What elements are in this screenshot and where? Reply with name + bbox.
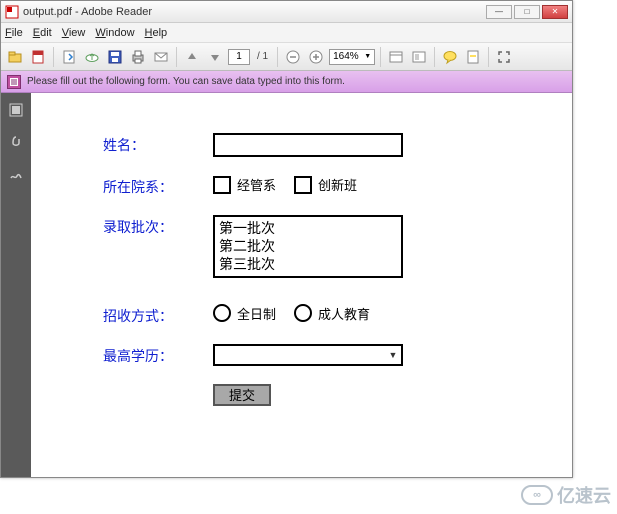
- separator: [176, 47, 177, 67]
- print-icon[interactable]: [128, 47, 148, 67]
- fullscreen-icon[interactable]: [494, 47, 514, 67]
- toolbar: 1 / 1 164%▼: [1, 43, 572, 71]
- zoom-value: 164%: [333, 51, 359, 62]
- highlight-icon[interactable]: [463, 47, 483, 67]
- mode-label: 招收方式：: [103, 304, 213, 326]
- menu-edit[interactable]: Edit: [33, 27, 52, 39]
- maximize-button[interactable]: □: [514, 5, 540, 19]
- dept-opt1-label: 经管系: [237, 175, 276, 194]
- separator: [277, 47, 278, 67]
- page-viewport[interactable]: 姓名： 所在院系： 经管系 创新班 录取批次：: [31, 93, 572, 477]
- zoom-in-icon[interactable]: [306, 47, 326, 67]
- save-icon[interactable]: [105, 47, 125, 67]
- pdf-icon: [5, 5, 19, 19]
- page-total: / 1: [257, 51, 268, 62]
- minimize-button[interactable]: —: [486, 5, 512, 19]
- window-title: output.pdf - Adobe Reader: [23, 6, 152, 18]
- form-banner-text: Please fill out the following form. You …: [27, 76, 345, 87]
- pdf-page: 姓名： 所在院系： 经管系 创新班 录取批次：: [31, 93, 572, 477]
- content-area: 姓名： 所在院系： 经管系 创新班 录取批次：: [1, 93, 572, 477]
- separator: [380, 47, 381, 67]
- thumbnails-icon[interactable]: [7, 101, 25, 119]
- menubar: File Edit View Window Help: [1, 23, 572, 43]
- form-banner-icon: [7, 75, 21, 89]
- close-button[interactable]: ✕: [542, 5, 568, 19]
- edu-select[interactable]: ▼: [213, 344, 403, 366]
- watermark: ∞ 亿速云: [521, 482, 611, 508]
- page-down-icon[interactable]: [205, 47, 225, 67]
- batch-listbox[interactable]: 第一批次 第二批次 第三批次: [213, 215, 403, 278]
- app-window: output.pdf - Adobe Reader — □ ✕ File Edi…: [0, 0, 573, 478]
- menu-file[interactable]: File: [5, 27, 23, 39]
- submit-button[interactable]: 提交: [213, 384, 271, 406]
- cloud-icon[interactable]: [82, 47, 102, 67]
- edu-label: 最高学历：: [103, 344, 213, 366]
- attachments-icon[interactable]: [7, 133, 25, 151]
- titlebar: output.pdf - Adobe Reader — □ ✕: [1, 1, 572, 23]
- page-number-input[interactable]: 1: [228, 49, 250, 65]
- zoom-level-select[interactable]: 164%▼: [329, 49, 375, 65]
- batch-item-1[interactable]: 第一批次: [219, 219, 397, 237]
- nav-sidebar: [1, 93, 31, 477]
- mode-radio-2[interactable]: [294, 304, 312, 322]
- menu-view[interactable]: View: [62, 27, 86, 39]
- comment-icon[interactable]: [440, 47, 460, 67]
- tool1-icon[interactable]: [386, 47, 406, 67]
- batch-item-2[interactable]: 第二批次: [219, 237, 397, 255]
- separator: [434, 47, 435, 67]
- name-label: 姓名：: [103, 133, 213, 155]
- signatures-icon[interactable]: [7, 165, 25, 183]
- separator: [53, 47, 54, 67]
- open-icon[interactable]: [5, 47, 25, 67]
- dept-checkbox-2[interactable]: [294, 176, 312, 194]
- batch-item-3[interactable]: 第三批次: [219, 255, 397, 273]
- menu-window[interactable]: Window: [95, 27, 134, 39]
- mode-opt2-label: 成人教育: [318, 304, 370, 323]
- watermark-text: 亿速云: [557, 482, 611, 508]
- chevron-down-icon: ▼: [385, 346, 401, 364]
- dept-label: 所在院系：: [103, 175, 213, 197]
- page-up-icon[interactable]: [182, 47, 202, 67]
- mode-radio-1[interactable]: [213, 304, 231, 322]
- separator: [488, 47, 489, 67]
- mail-icon[interactable]: [151, 47, 171, 67]
- zoom-out-icon[interactable]: [283, 47, 303, 67]
- export-icon[interactable]: [59, 47, 79, 67]
- form-banner: Please fill out the following form. You …: [1, 71, 572, 93]
- tool2-icon[interactable]: [409, 47, 429, 67]
- dept-checkbox-1[interactable]: [213, 176, 231, 194]
- create-pdf-icon[interactable]: [28, 47, 48, 67]
- mode-opt1-label: 全日制: [237, 304, 276, 323]
- name-input[interactable]: [213, 133, 403, 157]
- dept-opt2-label: 创新班: [318, 175, 357, 194]
- batch-label: 录取批次：: [103, 215, 213, 237]
- watermark-logo-icon: ∞: [521, 485, 553, 505]
- menu-help[interactable]: Help: [145, 27, 168, 39]
